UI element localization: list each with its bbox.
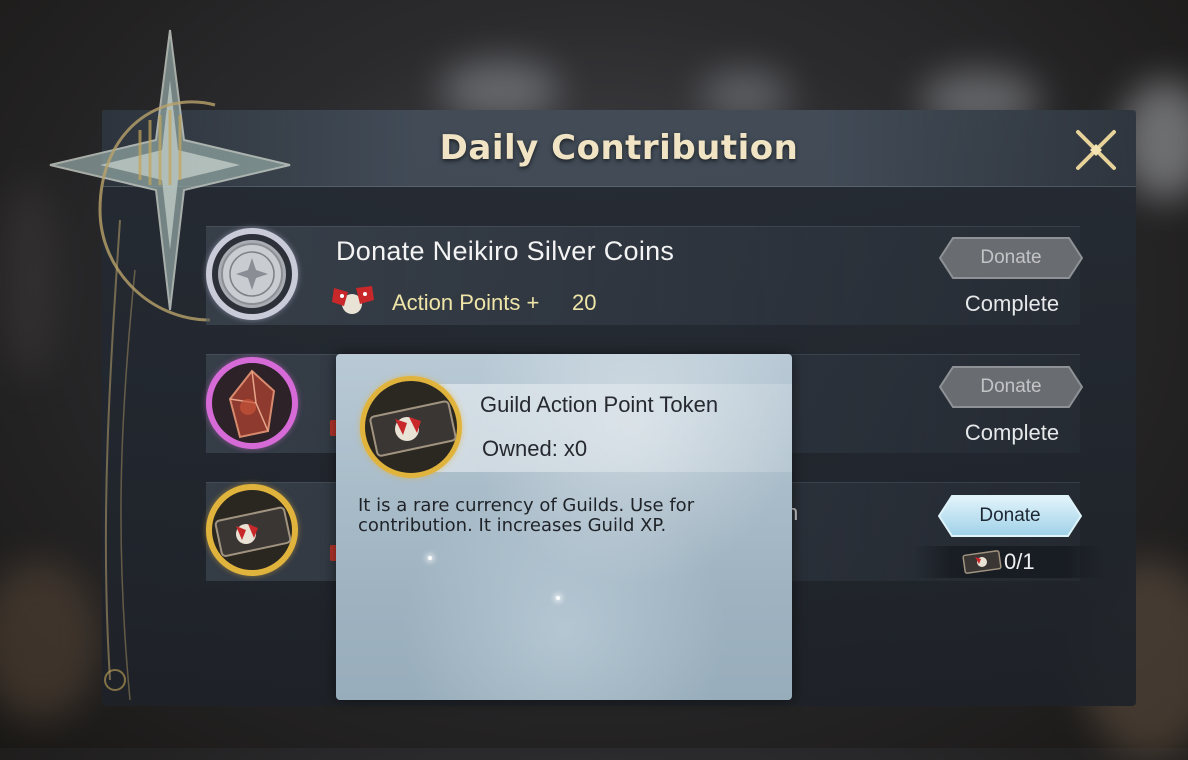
donate-button-label: Donate bbox=[979, 505, 1041, 526]
donate-button-label: Donate bbox=[980, 376, 1042, 397]
status-complete: Complete bbox=[964, 420, 1060, 445]
tooltip-description: It is a rare currency of Guilds. Use for… bbox=[358, 495, 695, 536]
red-crystal-icon bbox=[206, 357, 298, 449]
donate-button[interactable]: Donate bbox=[939, 237, 1083, 279]
reward-label: Action Points + bbox=[392, 290, 540, 315]
donate-button[interactable]: Donate bbox=[939, 366, 1083, 408]
cost-count: 0/1 bbox=[1004, 549, 1035, 574]
close-button[interactable] bbox=[1070, 124, 1122, 176]
status-complete: Complete bbox=[964, 291, 1060, 316]
guild-token-icon bbox=[962, 550, 1002, 574]
tooltip-owned-count: Owned: x0 bbox=[482, 436, 588, 461]
donate-button-label: Donate bbox=[980, 247, 1042, 268]
tooltip-item-name: Guild Action Point Token bbox=[480, 392, 719, 417]
dialog-title: Daily Contribution bbox=[439, 128, 799, 168]
row-title: Donate Neikiro Silver Coins bbox=[336, 236, 675, 266]
sparkle bbox=[428, 556, 432, 560]
action-points-flag-icon bbox=[332, 286, 374, 314]
close-x-icon bbox=[1076, 130, 1116, 170]
silver-coin-icon bbox=[206, 228, 298, 320]
item-tooltip: Guild Action Point Token Owned: x0 It is… bbox=[336, 354, 792, 700]
guild-token-icon bbox=[360, 376, 462, 478]
donate-button[interactable]: Donate bbox=[938, 495, 1082, 537]
sparkle bbox=[556, 596, 560, 600]
guild-token-icon bbox=[206, 484, 298, 576]
reward-value: 20 bbox=[572, 290, 597, 315]
